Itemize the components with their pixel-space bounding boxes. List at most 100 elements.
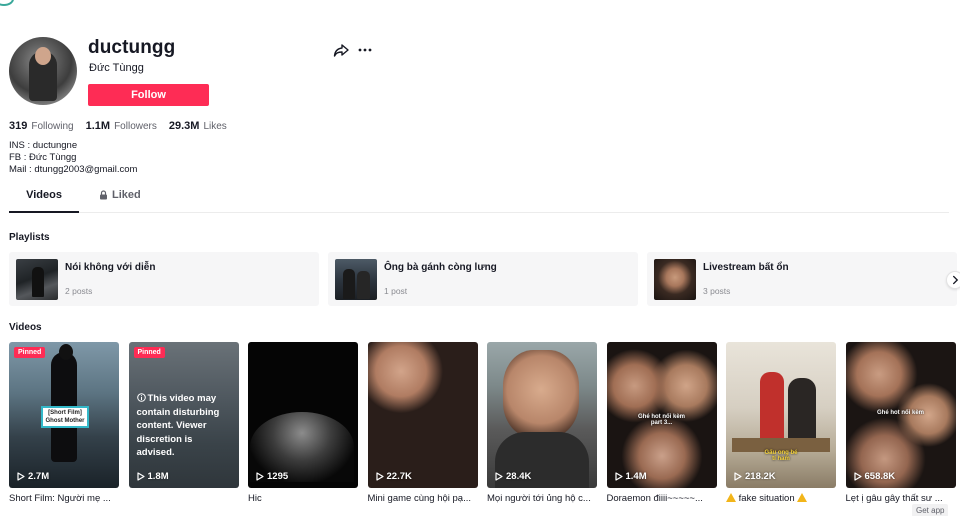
content-warning-text: This video may contain disturbing conten…: [136, 393, 220, 458]
chevron-right-icon[interactable]: [946, 271, 960, 289]
profile-nickname: Đức Tùngg: [89, 62, 144, 74]
play-icon: [495, 472, 503, 481]
stat-label: Likes: [203, 121, 227, 132]
video-card[interactable]: Ghé hot nối kèm part 3... 1.4M Doraemon …: [606, 342, 717, 504]
profile-tabs: Videos Liked: [9, 189, 949, 213]
view-count-value: 1.8M: [147, 471, 169, 482]
stat-following[interactable]: 319 Following: [9, 120, 74, 132]
view-count: 658.8K: [853, 471, 896, 482]
view-count-value: 1.4M: [625, 471, 647, 482]
playlist-title: Livestream bất ổn: [703, 262, 789, 273]
videos-title: Videos: [9, 322, 42, 333]
tab-liked[interactable]: Liked: [99, 189, 141, 213]
view-count: 2.7M: [17, 471, 49, 482]
profile-stats: 319 Following 1.1M Followers 29.3M Likes: [9, 120, 227, 132]
stat-value: 319: [9, 120, 28, 132]
profile-username: ductungg: [88, 37, 176, 58]
playlist-card[interactable]: Ông bà gánh còng lưng 1 post: [328, 252, 638, 306]
bio-line: FB : Đức Tùngg: [9, 152, 77, 163]
avatar[interactable]: [9, 37, 77, 105]
tab-label: Liked: [112, 189, 141, 201]
video-thumbnail[interactable]: [Short Film] Ghost Mother Pinned 2.7M: [9, 342, 119, 488]
tab-videos[interactable]: Videos: [9, 189, 79, 213]
stat-followers[interactable]: 1.1M Followers: [86, 120, 157, 132]
view-count: 1.4M: [614, 471, 647, 482]
pinned-badge: Pinned: [14, 347, 46, 358]
playlist-title: Nói không với diễn: [65, 262, 156, 273]
view-count-value: 22.7K: [386, 471, 412, 482]
video-thumbnail[interactable]: Ghé hot nối kèm part 3... 1.4M: [606, 342, 717, 488]
playlist-count: 1 post: [384, 286, 408, 296]
video-caption[interactable]: fake situation: [726, 493, 836, 504]
video-overlay-text: Gấu ong bé tí ham: [764, 450, 798, 462]
play-icon: [17, 472, 25, 481]
view-count: 1.8M: [136, 471, 169, 482]
playlist-card[interactable]: Livestream bất ổn 3 posts: [647, 252, 957, 306]
view-count: 218.2K: [734, 471, 776, 482]
video-caption[interactable]: Mọi người tới ủng hộ c...: [487, 493, 597, 504]
tab-label: Videos: [26, 189, 62, 201]
video-overlay-text: Ghé hot nối kèm part 3...: [637, 414, 685, 426]
warning-emoji-icon: [797, 493, 808, 502]
video-overlay-text: [Short Film] Ghost Mother: [41, 406, 89, 428]
video-card[interactable]: Gấu ong bé tí ham 218.2K fake situation: [726, 342, 836, 504]
warning-emoji-icon: [726, 493, 736, 502]
view-count-value: 1295: [267, 471, 289, 482]
video-thumbnail[interactable]: 1295: [248, 342, 358, 488]
view-count-value: 28.4K: [506, 471, 532, 482]
stat-label: Following: [31, 121, 74, 132]
pinned-badge: Pinned: [133, 347, 165, 358]
video-caption[interactable]: Doraemon điiii~~~~~...: [607, 493, 717, 504]
profile-bio: INS : ductungne FB : Đức Tùngg Mail : dt…: [9, 140, 137, 176]
content-warning: This video may contain disturbing conten…: [137, 392, 233, 460]
follow-button[interactable]: Follow: [88, 84, 209, 106]
video-card[interactable]: Pinned This video may contain disturbing…: [128, 342, 239, 493]
video-thumbnail[interactable]: Pinned This video may contain disturbing…: [128, 342, 239, 488]
video-thumbnail[interactable]: Gấu ong bé tí ham 218.2K: [726, 342, 836, 488]
video-thumbnail[interactable]: 28.4K: [487, 342, 597, 488]
video-card[interactable]: [Short Film] Ghost Mother Pinned 2.7M Sho…: [9, 342, 119, 504]
play-icon: [375, 472, 384, 481]
playlist-thumbnail: [16, 259, 58, 300]
playlists-title: Playlists: [9, 232, 50, 243]
video-caption[interactable]: Short Film: Người mẹ ...: [9, 493, 119, 504]
video-card[interactable]: 22.7K Mini game cùng hội pạ...: [367, 342, 478, 504]
view-count: 1295: [256, 471, 288, 482]
view-count: 22.7K: [375, 471, 412, 482]
video-card[interactable]: 28.4K Mọi người tới ủng hộ c...: [487, 342, 597, 504]
corner-decoration: [0, 0, 14, 6]
bio-line: Mail : dtungg2003@gmail.com: [9, 164, 138, 175]
video-caption[interactable]: Mini game cùng hội pạ...: [368, 493, 478, 504]
video-caption-text: fake situation: [738, 493, 795, 504]
info-icon: [136, 393, 146, 402]
more-options-icon[interactable]: [357, 42, 373, 58]
view-count: 28.4K: [495, 471, 531, 482]
playlist-thumbnail: [335, 259, 377, 300]
share-icon[interactable]: [333, 42, 349, 58]
playlist-count: 2 posts: [65, 286, 93, 296]
playlist-thumbnail: [654, 259, 696, 300]
video-thumbnail[interactable]: 22.7K: [367, 342, 478, 488]
stat-likes: 29.3M Likes: [169, 120, 227, 132]
get-app-button[interactable]: Get app: [912, 504, 949, 516]
video-caption[interactable]: Lẹt ị gâu gây thất sư ...: [846, 493, 956, 504]
play-icon: [734, 472, 742, 481]
stat-label: Followers: [114, 121, 157, 132]
play-icon: [256, 472, 264, 481]
stat-value: 1.1M: [85, 120, 111, 132]
video-card[interactable]: Ghé hot nối kèm 658.8K Lẹt ị gâu gây thấ…: [845, 342, 956, 504]
view-count-value: 218.2K: [745, 471, 776, 482]
view-count-value: 2.7M: [28, 471, 50, 482]
play-icon: [614, 472, 623, 481]
play-icon: [853, 472, 862, 481]
video-thumbnail[interactable]: Ghé hot nối kèm 658.8K: [845, 342, 956, 488]
playlist-title: Ông bà gánh còng lưng: [384, 262, 497, 273]
video-caption[interactable]: Hic: [248, 493, 358, 504]
video-overlay-text: Ghé hot nối kèm: [876, 410, 924, 416]
stat-value: 29.3M: [168, 120, 200, 132]
playlist-count: 3 posts: [703, 286, 731, 296]
playlist-card[interactable]: Nói không với diễn 2 posts: [9, 252, 319, 306]
view-count-value: 658.8K: [864, 471, 896, 482]
bio-line: INS : ductungne: [9, 140, 78, 151]
video-card[interactable]: 1295 Hic: [248, 342, 358, 504]
